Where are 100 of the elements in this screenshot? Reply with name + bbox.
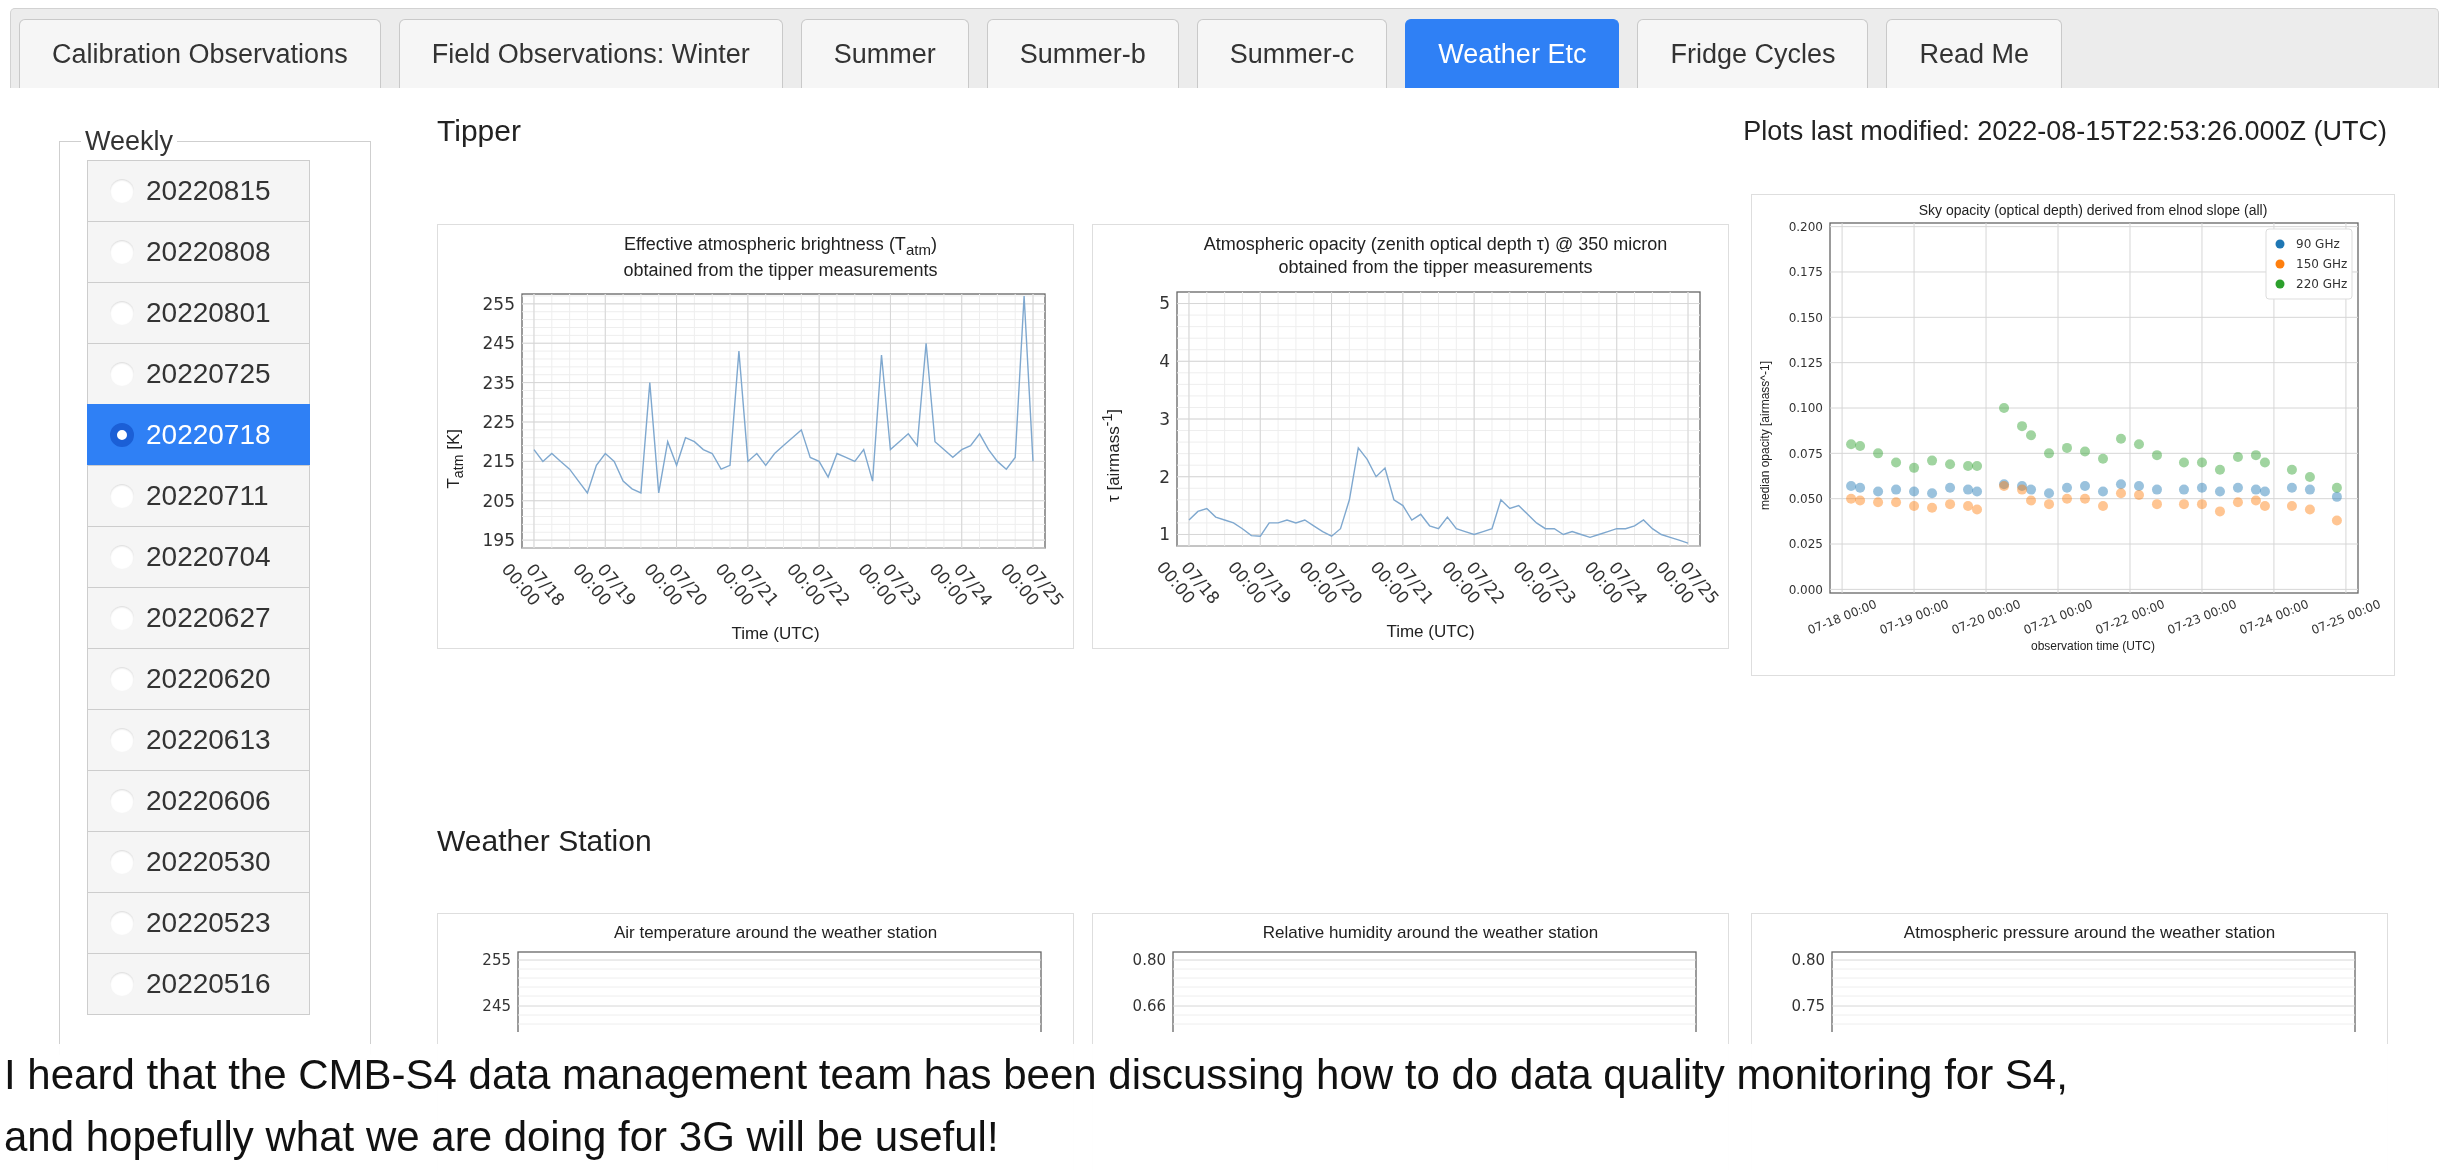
data-point: [1909, 501, 1920, 512]
plot-title: Relative humidity around the weather station: [1262, 922, 1599, 944]
radio-option[interactable]: 20220801: [87, 282, 310, 344]
radio-option[interactable]: 20220815: [87, 160, 310, 222]
radio-option[interactable]: 20220606: [87, 770, 310, 832]
radio-option[interactable]: 20220530: [87, 831, 310, 893]
data-point: [2214, 506, 2225, 517]
radio-icon: [110, 423, 134, 447]
scale-number: 0.75: [1791, 997, 1825, 1016]
chart-title: Sky opacity (optical depth) derived from elnod slope (all): [1918, 201, 2268, 220]
tick-label: 0.175: [1788, 265, 1823, 280]
data-point: [2044, 448, 2054, 459]
data-point: [2080, 446, 2090, 457]
tab[interactable]: Field Observations: Winter: [398, 19, 783, 88]
tab[interactable]: Summer-b: [986, 19, 1179, 88]
radio-icon: [110, 179, 134, 203]
data-point: [1873, 497, 1884, 508]
scale-number: 255: [482, 951, 511, 970]
radio-option[interactable]: 20220808: [87, 221, 310, 283]
legend-label: 220 GHz: [2296, 277, 2348, 292]
data-point: [1855, 483, 1866, 493]
scale-number: 0.80: [1132, 951, 1166, 970]
tick-label: 2: [1159, 466, 1170, 487]
tick-label: 07-19 00:00: [1877, 597, 1951, 638]
data-point: [1855, 441, 1866, 452]
data-point: [1891, 457, 1902, 468]
caption-text: and hopefully what we are doing for 3G will be useful!: [4, 1112, 999, 1162]
radio-option[interactable]: 20220516: [87, 953, 310, 1015]
group-label: Weekly: [84, 126, 175, 157]
data-point: [2026, 430, 2036, 441]
tab[interactable]: Weather Etc: [1405, 19, 1620, 88]
tick-label: 07-24 00:00: [2237, 597, 2311, 638]
tick-label: 07-22 00:00: [2093, 597, 2167, 638]
caption-text: I heard that the CMB-S4 data management team has been discussing how to do data quality monitoring for S4,: [4, 1050, 2068, 1100]
data-point: [1945, 499, 1956, 510]
section-heading: Tipper: [437, 114, 521, 148]
data-point: [1927, 455, 1938, 466]
data-point: [1972, 504, 1983, 515]
radio-icon: [110, 545, 134, 569]
radio-option[interactable]: 20220523: [87, 892, 310, 954]
data-point: [2026, 484, 2036, 495]
tab[interactable]: Summer: [800, 19, 969, 88]
scale-number: 245: [482, 997, 511, 1016]
data-point: [2286, 483, 2297, 493]
data-point: [1927, 488, 1938, 499]
radio-option[interactable]: 20220613: [87, 709, 310, 771]
data-point: [2044, 488, 2054, 499]
data-point: [2080, 493, 2090, 504]
radio-option[interactable]: 20220725: [87, 343, 310, 405]
radio-icon: [110, 484, 134, 508]
tick-label: 0.100: [1788, 401, 1823, 416]
tick-label: 1: [1159, 524, 1170, 545]
radio-option[interactable]: 20220620: [87, 648, 310, 710]
data-point: [2116, 479, 2126, 490]
radio-icon: [110, 240, 134, 264]
radio-icon: [110, 850, 134, 874]
data-point: [1873, 486, 1884, 497]
tab[interactable]: Summer-c: [1196, 19, 1388, 88]
data-point: [2178, 457, 2189, 468]
data-point: [2232, 452, 2243, 463]
radio-option[interactable]: 20220711: [87, 465, 310, 527]
data-point: [1972, 461, 1983, 472]
tick-label: 0.025: [1788, 537, 1823, 552]
data-point: [2062, 493, 2072, 504]
data-point: [2232, 497, 2243, 508]
data-point: [1891, 484, 1902, 495]
data-point: [2259, 486, 2270, 497]
legend-label: 150 GHz: [2296, 257, 2348, 272]
tick-label: 07-25 00:00: [2309, 597, 2383, 638]
tick-label: 0.075: [1788, 446, 1823, 461]
data-point: [1963, 461, 1974, 472]
radio-option[interactable]: 20220627: [87, 587, 310, 649]
tick-label: 245: [482, 333, 515, 354]
tick-label: 255: [482, 294, 515, 315]
tick-label: 215: [482, 451, 515, 472]
tab[interactable]: Fridge Cycles: [1637, 19, 1869, 88]
radio-option[interactable]: 20220718: [87, 404, 310, 466]
tick-label: 0.050: [1788, 492, 1823, 507]
tick-label: 195: [482, 530, 515, 551]
data-point: [2232, 483, 2243, 493]
data-point: [2080, 481, 2090, 492]
tab[interactable]: Calibration Observations: [19, 19, 381, 88]
section-heading: Weather Station: [437, 824, 652, 858]
data-point: [2286, 501, 2297, 512]
data-point: [2017, 421, 2028, 432]
chart-title: Effective atmospheric brightness (T$_{atm}$) obtained from the tipper measurements: [623, 233, 938, 283]
data-point: [2134, 481, 2144, 492]
data-point: [2116, 488, 2126, 499]
tick-label: 4: [1159, 351, 1170, 371]
radio-icon: [110, 362, 134, 386]
tick-label: 3: [1159, 408, 1170, 429]
tick-label: 07-18 00:00: [1805, 597, 1879, 638]
data-point: [2304, 504, 2315, 515]
tick-label: 07-23 00:00: [2165, 597, 2239, 638]
data-point: [2044, 499, 2054, 510]
data-point: [1891, 497, 1902, 508]
radio-option[interactable]: 20220704: [87, 526, 310, 588]
data-point: [2331, 492, 2342, 503]
tab[interactable]: Read Me: [1886, 19, 2062, 88]
tick-label: 0.125: [1788, 356, 1823, 371]
